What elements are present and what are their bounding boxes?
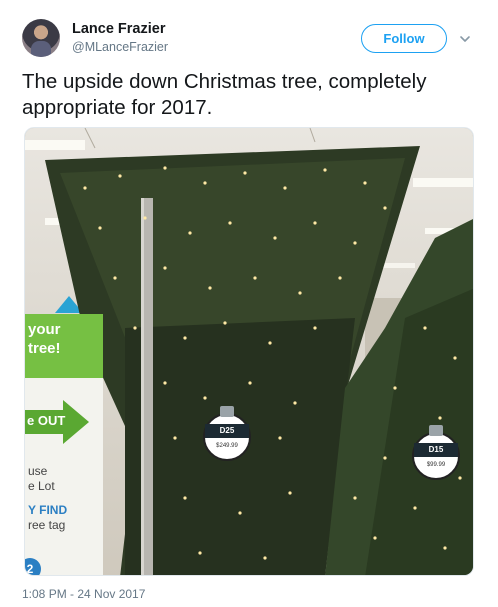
tweet-timestamp[interactable]: 1:08 PM - 24 Nov 2017 [22, 587, 145, 601]
author-name[interactable]: Lance Frazier [72, 21, 166, 37]
sign-find-line: Y FIND [28, 503, 68, 517]
tweet-text: The upside down Christmas tree, complete… [22, 70, 427, 119]
follow-button[interactable]: Follow [361, 24, 447, 53]
sign-header: your tree! [25, 314, 103, 378]
sign-body: e OUT use e Lot Y FIND ree tag 2 [25, 378, 103, 575]
sign-badge: 2 [25, 558, 41, 575]
sign-line-2: e Lot [28, 479, 55, 493]
store-sign: your tree! e OUT use e Lot Y FIND ree ta… [25, 314, 103, 575]
sign-tag-line: ree tag [28, 518, 66, 532]
tweet-photo[interactable]: your tree! e OUT use e Lot Y FIND ree ta… [24, 127, 474, 576]
sign-arrow-text: e OUT [27, 413, 66, 428]
sign-line-1: use [28, 464, 48, 478]
price-tag-right: D15 $99.99 [412, 425, 460, 480]
price-tag-price: $249.99 [216, 443, 238, 449]
avatar[interactable] [22, 19, 60, 57]
price-tag-price: $99.99 [426, 462, 446, 468]
author-handle[interactable]: @MLanceFrazier [72, 40, 168, 54]
chevron-down-icon[interactable] [458, 32, 472, 46]
tweet-header: Lance Frazier @MLanceFrazier Follow [22, 14, 478, 62]
price-tag-code: D15 [414, 443, 458, 457]
price-tag-code: D25 [205, 424, 249, 438]
price-tag-left: D25 $249.99 [203, 406, 251, 461]
